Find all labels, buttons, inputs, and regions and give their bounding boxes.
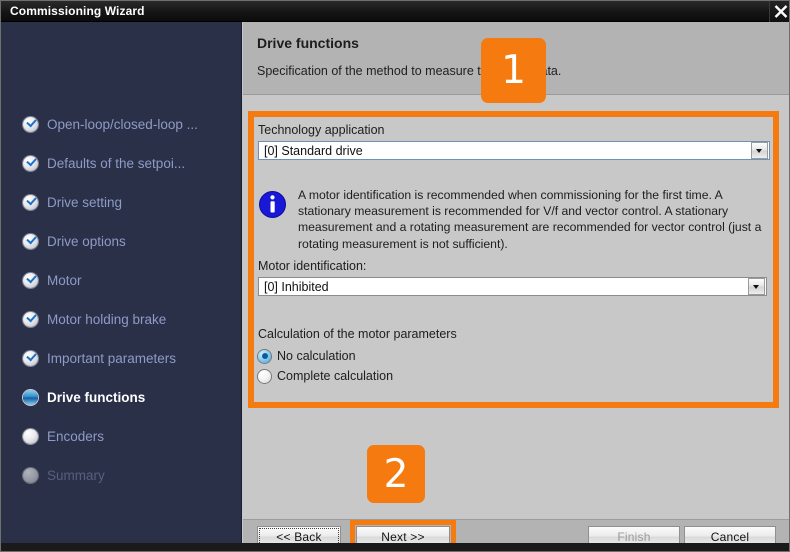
commissioning-wizard-window: Commissioning Wizard Open-loop/closed-lo… xyxy=(0,0,790,552)
motor-identification-value: [0] Inhibited xyxy=(264,279,329,294)
page-title: Drive functions xyxy=(257,35,359,51)
sidebar-item-label: Motor holding brake xyxy=(47,311,167,327)
sidebar-item-label: Open-loop/closed-loop ... xyxy=(47,116,198,132)
callout-badge-1: 1 xyxy=(481,38,546,103)
sidebar-item-summary: Summary xyxy=(23,465,105,485)
radio-unselected-icon xyxy=(258,369,271,383)
technology-application-label: Technology application xyxy=(258,123,385,137)
sidebar-item-label: Important parameters xyxy=(47,350,177,366)
chevron-down-icon[interactable] xyxy=(748,278,765,295)
sidebar-item-label: Summary xyxy=(47,467,105,483)
window-titlebar: Commissioning Wizard xyxy=(1,1,789,22)
step-complete-icon xyxy=(23,272,38,288)
motor-identification-select[interactable]: [0] Inhibited xyxy=(258,277,767,296)
sidebar-item-open-loop-closed-loop[interactable]: Open-loop/closed-loop ... xyxy=(23,114,198,134)
step-complete-icon xyxy=(23,350,38,366)
sidebar-item-label: Drive options xyxy=(47,233,126,249)
close-button[interactable] xyxy=(769,1,789,22)
step-pending-icon xyxy=(23,428,38,444)
sidebar-item-label: Drive functions xyxy=(47,389,146,405)
step-complete-icon xyxy=(23,194,38,210)
sidebar-item-defaults-of-the-setpoint[interactable]: Defaults of the setpoi... xyxy=(23,153,185,173)
step-disabled-icon xyxy=(23,467,38,483)
wizard-step-sidebar: Open-loop/closed-loop ... Defaults of th… xyxy=(1,22,242,551)
sidebar-item-label: Defaults of the setpoi... xyxy=(47,155,186,171)
chevron-down-icon[interactable] xyxy=(751,142,768,159)
window-title: Commissioning Wizard xyxy=(10,4,145,18)
sidebar-item-motor-holding-brake[interactable]: Motor holding brake xyxy=(23,309,166,329)
step-complete-icon xyxy=(23,155,38,171)
technology-application-select[interactable]: [0] Standard drive xyxy=(258,141,770,160)
technology-application-value: [0] Standard drive xyxy=(264,143,363,158)
sidebar-item-drive-setting[interactable]: Drive setting xyxy=(23,192,122,212)
sidebar-item-drive-options[interactable]: Drive options xyxy=(23,231,126,251)
callout-badge-2: 2 xyxy=(367,445,425,503)
info-icon xyxy=(258,190,287,219)
drive-functions-form: Technology application [0] Standard driv… xyxy=(254,117,773,402)
step-complete-icon xyxy=(23,311,38,327)
radio-no-calculation[interactable]: No calculation xyxy=(258,349,356,363)
sidebar-item-label: Motor xyxy=(47,272,82,288)
radio-selected-icon xyxy=(258,349,271,363)
radio-label: Complete calculation xyxy=(277,369,394,383)
info-message-text: A motor identification is recommended wh… xyxy=(298,188,762,251)
sidebar-item-label: Encoders xyxy=(47,428,105,444)
radio-label: No calculation xyxy=(277,349,356,363)
sidebar-item-motor[interactable]: Motor xyxy=(23,270,82,290)
calculation-of-motor-parameters-label: Calculation of the motor parameters xyxy=(258,327,457,341)
window-bottom-edge xyxy=(1,543,789,551)
sidebar-item-drive-functions[interactable]: Drive functions xyxy=(23,387,145,407)
step-current-icon xyxy=(23,389,38,405)
sidebar-item-encoders[interactable]: Encoders xyxy=(23,426,104,446)
step-complete-icon xyxy=(23,116,38,132)
sidebar-item-important-parameters[interactable]: Important parameters xyxy=(23,348,176,368)
step-complete-icon xyxy=(23,233,38,249)
sidebar-item-label: Drive setting xyxy=(47,194,123,210)
radio-complete-calculation[interactable]: Complete calculation xyxy=(258,369,393,383)
motor-identification-label: Motor identification: xyxy=(258,259,367,273)
